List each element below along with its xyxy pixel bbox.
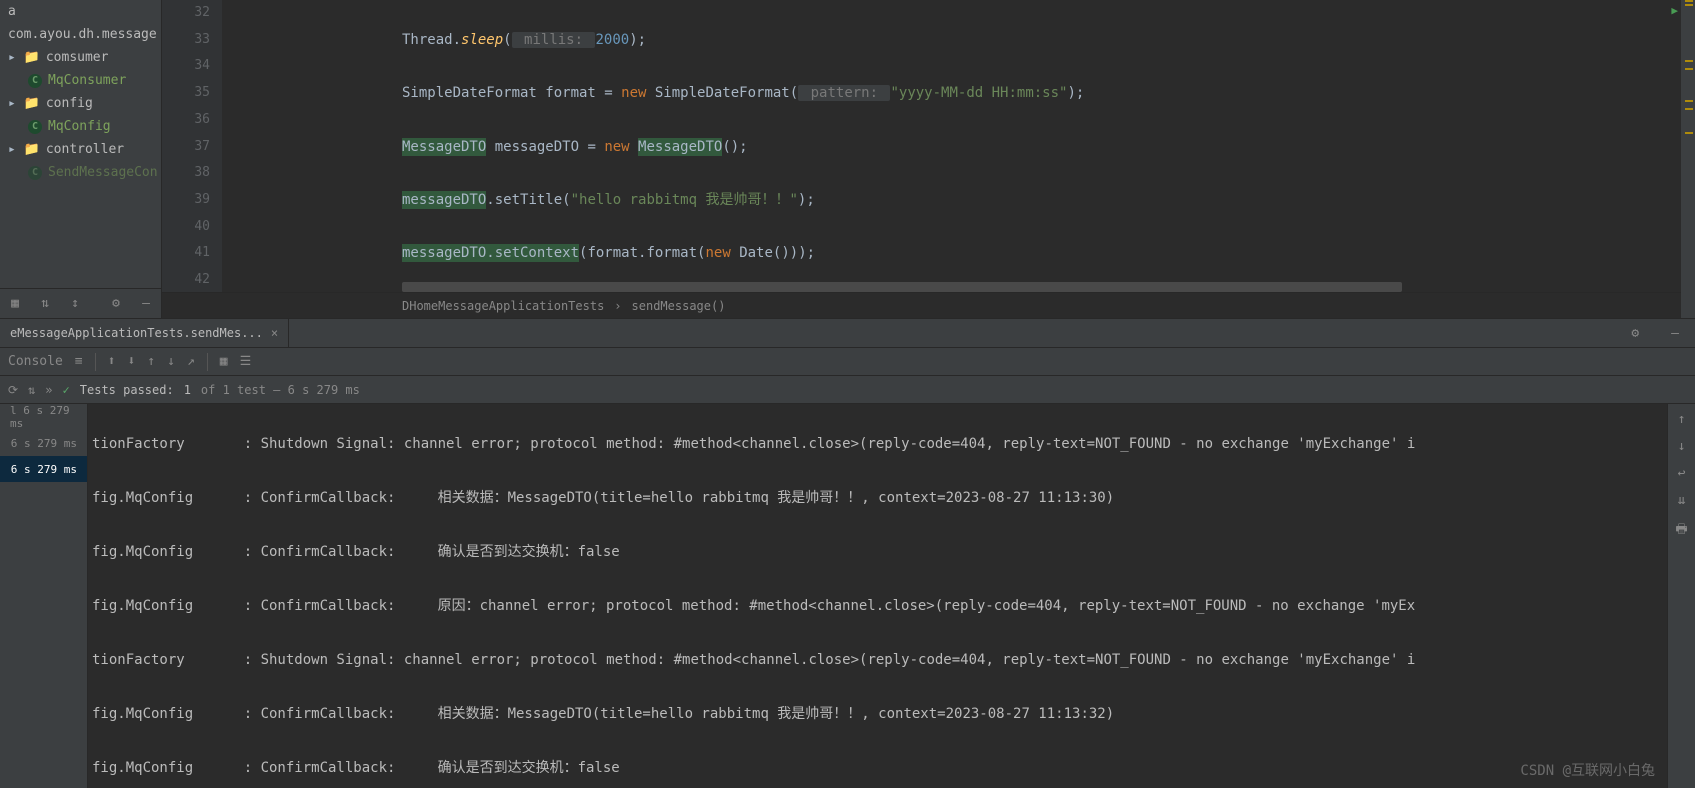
toggle-icon[interactable]: ⇅ — [34, 293, 56, 315]
sidebar-toolbar: ▦ ⇅ ↕ ⚙ — — [0, 288, 161, 318]
scroll-icon[interactable]: ⇊ — [1678, 493, 1686, 508]
console-toolbar: Console ≡ ⬆ ⬇ ↑ ↓ ↗ ▦ ☰ — [0, 348, 1695, 376]
tree-class-mqconfig[interactable]: CMqConfig — [0, 115, 161, 138]
up-icon[interactable]: ↑ — [1678, 412, 1686, 427]
class-icon: C — [28, 74, 42, 88]
minimize-icon[interactable]: — — [135, 293, 157, 315]
test-tree-item[interactable]: 6 s 279 ms — [0, 430, 87, 456]
code-area[interactable]: Thread.sleep( millis: 2000); SimpleDateF… — [222, 0, 1695, 292]
test-tree[interactable]: l 6 s 279 ms 6 s 279 ms 6 s 279 ms — [0, 404, 88, 788]
down-icon[interactable]: ↓ — [167, 354, 175, 369]
up-icon[interactable]: ↑ — [147, 354, 155, 369]
folder-icon: ▸ 📁 — [8, 142, 40, 157]
check-icon: ✓ — [63, 383, 70, 397]
editor: 32 33 34 35 36 37 38 39 40 41 42 Thread.… — [162, 0, 1695, 318]
test-status-bar: ⟳ ⇅ » ✓ Tests passed: 1 of 1 test – 6 s … — [0, 376, 1695, 404]
editor-right-gutter: ▶ — [1657, 0, 1681, 292]
test-tree-item[interactable]: l 6 s 279 ms — [0, 404, 87, 430]
tree-pkg-a[interactable]: a — [0, 0, 161, 23]
tree-pkg-message[interactable]: com.ayou.dh.message — [0, 23, 161, 46]
project-tree[interactable]: a com.ayou.dh.message ▸ 📁comsumer CMqCon… — [0, 0, 161, 288]
collapse-icon[interactable]: ⇅ — [28, 383, 35, 397]
tree-folder-comsumer[interactable]: ▸ 📁comsumer — [0, 46, 161, 69]
console-output[interactable]: tionFactory : Shutdown Signal: channel e… — [88, 404, 1667, 788]
history-icon[interactable]: ⟳ — [8, 383, 18, 397]
export-icon[interactable]: ⬆ — [108, 354, 116, 369]
class-icon: C — [28, 120, 42, 134]
filter-icon[interactable]: ↗ — [187, 354, 195, 369]
tree-folder-controller[interactable]: ▸ 📁controller — [0, 138, 161, 161]
close-icon[interactable]: × — [271, 326, 278, 340]
horizontal-scrollbar[interactable] — [222, 282, 1657, 292]
test-tree-item[interactable]: 6 s 279 ms — [0, 456, 87, 482]
tree-class-sendmessagecon[interactable]: CSendMessageCon — [0, 161, 161, 184]
minimize-icon[interactable]: — — [1655, 326, 1695, 341]
run-tab[interactable]: eMessageApplicationTests.sendMes... × — [0, 318, 289, 348]
project-sidebar: a com.ayou.dh.message ▸ 📁comsumer CMqCon… — [0, 0, 162, 318]
console-right-tools: ↑ ↓ ↩ ⇊ 🖶 — [1667, 404, 1695, 788]
editor-scrollbar[interactable] — [1681, 0, 1695, 292]
layout-icon[interactable]: ▦ — [4, 293, 26, 315]
tree-class-mqconsumer[interactable]: CMqConsumer — [0, 69, 161, 92]
run-gutter-icon[interactable]: ▶ — [1671, 4, 1678, 17]
console-panel: Console ≡ ⬆ ⬇ ↑ ↓ ↗ ▦ ☰ ⟳ ⇅ » ✓ Tests pa… — [0, 348, 1695, 788]
wrap-icon[interactable]: ↩ — [1678, 466, 1686, 481]
folder-icon: ▸ 📁 — [8, 96, 40, 111]
print-icon[interactable]: 🖶 — [1675, 520, 1687, 542]
class-icon: C — [28, 166, 42, 180]
import-icon[interactable]: ⬇ — [127, 354, 135, 369]
run-tab-bar: eMessageApplicationTests.sendMes... × ⚙ … — [0, 318, 1695, 348]
folder-icon: ▸ 📁 — [8, 50, 40, 65]
down-icon[interactable]: ↓ — [1678, 439, 1686, 454]
list-icon[interactable]: ☰ — [240, 354, 252, 369]
gear-icon[interactable]: ⚙ — [1615, 326, 1655, 341]
grid-icon[interactable]: ▦ — [220, 354, 228, 369]
console-tab[interactable]: Console — [8, 354, 63, 369]
sort-icon[interactable]: ↕ — [64, 293, 86, 315]
breadcrumb[interactable]: DHomeMessageApplicationTests › sendMessa… — [162, 292, 1695, 318]
line-gutter: 32 33 34 35 36 37 38 39 40 41 42 — [162, 0, 222, 292]
tree-folder-config[interactable]: ▸ 📁config — [0, 92, 161, 115]
toggle-view-icon[interactable]: ≡ — [75, 354, 83, 369]
gear-icon[interactable]: ⚙ — [105, 293, 127, 315]
